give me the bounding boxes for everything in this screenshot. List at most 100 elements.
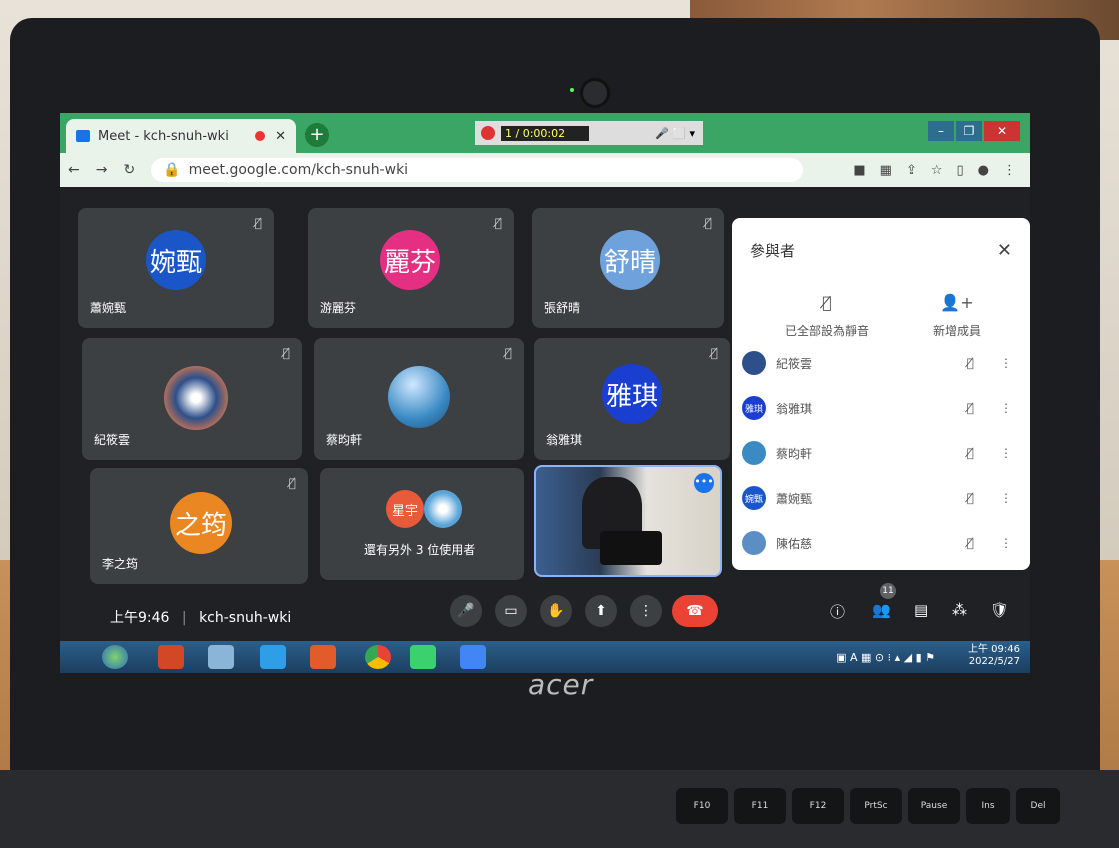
powerpoint-icon[interactable]: [158, 645, 184, 669]
recorder-controls-icon[interactable]: 🎤 ⬜ ▾: [655, 127, 695, 140]
chat-icon[interactable]: ▤: [914, 601, 928, 619]
present-button[interactable]: ⬆: [585, 595, 617, 627]
muted-mic-icon[interactable]: 🎙̸: [967, 536, 974, 550]
participant-row[interactable]: 雅琪 翁雅琪 🎙̸ ⋮: [742, 388, 1012, 428]
participant-tile[interactable]: 麗芬 🎙̸ 游麗芬: [308, 208, 514, 328]
muted-mic-icon: 🎙̸: [288, 476, 296, 490]
bookmark-star-icon[interactable]: ☆: [931, 163, 943, 178]
new-tab-button[interactable]: +: [305, 123, 329, 147]
leave-call-button[interactable]: ☎: [672, 595, 718, 627]
participant-name: 翁雅琪: [776, 401, 813, 416]
participant-name: 陳佑慈: [776, 536, 813, 551]
key-f12[interactable]: F12: [792, 788, 844, 824]
muted-mic-icon[interactable]: 🎙̸: [967, 446, 974, 460]
more-participants-tile[interactable]: 星宇 還有另外 3 位使用者: [320, 468, 524, 580]
keyboard: F10 F11 F12 PrtSc Pause Ins Del: [0, 770, 1119, 848]
meet-favicon-icon: [76, 130, 90, 142]
key-pause[interactable]: Pause: [908, 788, 960, 824]
muted-mic-icon[interactable]: 🎙̸: [967, 491, 974, 505]
muted-mic-icon[interactable]: 🎙̸: [967, 356, 974, 370]
maximize-button[interactable]: ❐: [956, 121, 982, 141]
participants-panel: 參與者 ✕ 🎙̸ 已全部設為靜音 👤+ 新增成員 紀筱雲 🎙̸ ⋮ 雅琪 翁雅琪…: [732, 218, 1030, 570]
record-icon[interactable]: [481, 126, 495, 140]
add-person-icon: 👤+: [940, 293, 974, 312]
more-options-icon[interactable]: •••: [694, 473, 714, 493]
participant-row[interactable]: 蔡昀軒 🎙̸ ⋮: [742, 433, 1012, 473]
add-people-button[interactable]: 👤+ 新增成員: [902, 293, 1012, 339]
participant-tile[interactable]: 之筠 🎙̸ 李之筠: [90, 468, 308, 584]
self-video-tile[interactable]: •••: [534, 465, 722, 577]
line-app-icon[interactable]: [410, 645, 436, 669]
url-field[interactable]: 🔒 meet.google.com/kch-snuh-wki: [151, 158, 804, 182]
more-vert-icon[interactable]: ⋮: [1000, 491, 1012, 505]
file-explorer-icon[interactable]: [208, 645, 234, 669]
media-player-icon[interactable]: [310, 645, 336, 669]
more-vert-icon[interactable]: ⋮: [1000, 401, 1012, 415]
mute-all-label: 已全部設為靜音: [784, 324, 869, 338]
tab-title: Meet - kch-snuh-wki: [98, 128, 229, 144]
participant-tile[interactable]: 🎙̸ 蔡昀軒: [314, 338, 524, 460]
menu-icon[interactable]: ⋮: [1003, 163, 1016, 178]
meeting-time: 上午9:46: [110, 610, 170, 626]
side-panel-icon[interactable]: ▯: [957, 163, 964, 178]
key-prtsc[interactable]: PrtSc: [850, 788, 902, 824]
close-panel-icon[interactable]: ✕: [997, 240, 1012, 261]
participant-tile[interactable]: 🎙̸ 紀筱雲: [82, 338, 302, 460]
people-icon[interactable]: 👥: [872, 601, 891, 619]
muted-mic-icon[interactable]: 🎙̸: [967, 401, 974, 415]
avatar: [742, 531, 766, 555]
participant-name: 蕭婉甄: [776, 491, 813, 506]
close-tab-icon[interactable]: ✕: [275, 129, 286, 144]
translate-icon[interactable]: ▦: [880, 163, 892, 178]
taskbar-clock[interactable]: 上午 09:46 2022/5/27: [968, 644, 1020, 668]
more-options-button[interactable]: ⋮: [630, 595, 662, 627]
raise-hand-button[interactable]: ✋: [540, 595, 572, 627]
key-f10[interactable]: F10: [676, 788, 728, 824]
forward-icon[interactable]: →: [96, 162, 108, 178]
activities-icon[interactable]: ⁂: [952, 601, 967, 619]
more-vert-icon[interactable]: ⋮: [1000, 446, 1012, 460]
start-icon[interactable]: [102, 645, 128, 669]
more-participants-label: 還有另外 3 位使用者: [364, 543, 476, 557]
tab-bar: Meet - kch-snuh-wki ✕ + 1 / 0:00:02 🎤 ⬜ …: [60, 113, 1030, 153]
participant-row[interactable]: 陳佑慈 🎙̸ ⋮: [742, 523, 1012, 563]
back-icon[interactable]: ←: [68, 162, 80, 178]
mute-all-button[interactable]: 🎙̸ 已全部設為靜音: [772, 293, 882, 339]
profile-icon[interactable]: ●: [978, 163, 989, 178]
mic-toggle-button[interactable]: 🎤: [450, 595, 482, 627]
participant-name: 蕭婉甄: [90, 301, 127, 315]
share-icon[interactable]: ⇪: [906, 163, 917, 178]
participant-row[interactable]: 婉甄 蕭婉甄 🎙̸ ⋮: [742, 478, 1012, 518]
host-controls-icon[interactable]: 🛡: [990, 601, 1009, 619]
key-ins[interactable]: Ins: [966, 788, 1010, 824]
avatar: 雅琪: [742, 396, 766, 420]
more-vert-icon[interactable]: ⋮: [1000, 536, 1012, 550]
chrome-icon[interactable]: [365, 645, 391, 669]
webcam-led: [570, 88, 574, 92]
close-window-button[interactable]: ✕: [984, 121, 1020, 141]
tab-meet[interactable]: Meet - kch-snuh-wki ✕: [66, 119, 296, 153]
address-bar-row: ← → ↻ 🔒 meet.google.com/kch-snuh-wki ■ ▦…: [60, 153, 1030, 187]
participant-tile[interactable]: 雅琪 🎙̸ 翁雅琪: [534, 338, 730, 460]
chrome-app-icon[interactable]: [460, 645, 486, 669]
participant-tile[interactable]: 婉甄 🎙̸ 蕭婉甄: [78, 208, 274, 328]
avatar-photo: [164, 366, 228, 430]
reload-icon[interactable]: ↻: [123, 162, 135, 178]
internet-explorer-icon[interactable]: [260, 645, 286, 669]
muted-mic-icon: 🎙̸: [494, 216, 502, 230]
camera-toggle-button[interactable]: ▭: [495, 595, 527, 627]
browser-toolbar-icons: ■ ▦ ⇪ ☆ ▯ ● ⋮: [853, 163, 1016, 178]
webcam: [580, 78, 610, 108]
participant-name: 張舒晴: [544, 301, 581, 315]
camera-icon[interactable]: ■: [853, 163, 865, 178]
participant-row[interactable]: 紀筱雲 🎙̸ ⋮: [742, 343, 1012, 383]
more-vert-icon[interactable]: ⋮: [1000, 356, 1012, 370]
key-del[interactable]: Del: [1016, 788, 1060, 824]
system-tray-icons[interactable]: ▣ A ▦ ⊙ ⁝ ▴ ◢ ▮ ⚑: [836, 651, 935, 664]
key-f11[interactable]: F11: [734, 788, 786, 824]
meeting-details-icon[interactable]: ⓘ: [830, 601, 845, 622]
minimize-button[interactable]: –: [928, 121, 954, 141]
participant-name: 李之筠: [102, 557, 139, 571]
lock-icon: 🔒: [163, 162, 181, 178]
participant-tile[interactable]: 舒晴 🎙̸ 張舒晴: [532, 208, 724, 328]
